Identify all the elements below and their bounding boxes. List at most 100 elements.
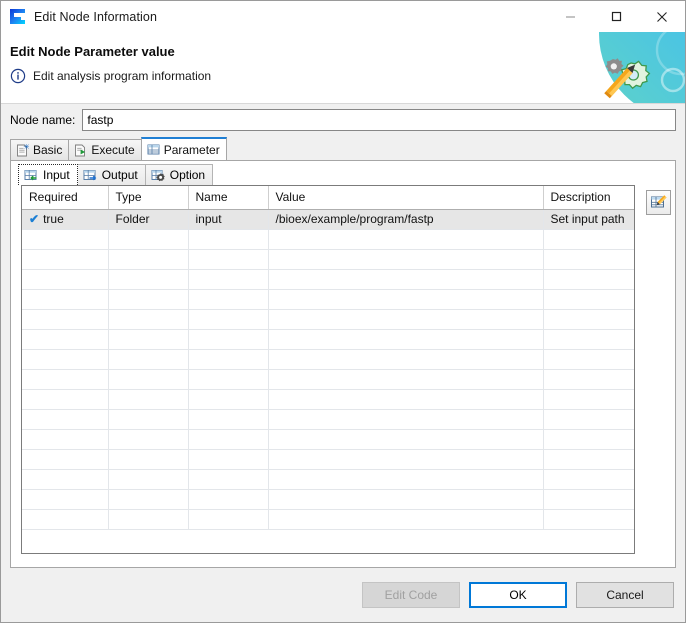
table-cell-empty[interactable] <box>108 309 189 330</box>
table-cell-empty[interactable] <box>108 489 189 510</box>
tab-output[interactable]: Output <box>76 164 146 185</box>
table-cell-empty[interactable] <box>543 309 634 330</box>
tab-input[interactable]: Input <box>18 164 78 185</box>
table-cell-empty[interactable] <box>188 469 269 490</box>
table-row-empty[interactable] <box>22 369 634 390</box>
table-cell-empty[interactable] <box>543 429 634 450</box>
table-row-empty[interactable] <box>22 349 634 370</box>
table-cell-empty[interactable] <box>22 449 109 470</box>
table-cell-empty[interactable] <box>188 349 269 370</box>
table-cell-empty[interactable] <box>108 389 189 410</box>
table-cell-empty[interactable] <box>22 289 109 310</box>
table-cell-empty[interactable] <box>188 289 269 310</box>
table-cell-empty[interactable] <box>268 469 544 490</box>
table-cell-empty[interactable] <box>22 409 109 430</box>
table-cell-empty[interactable] <box>22 369 109 390</box>
table-cell-empty[interactable] <box>22 469 109 490</box>
table-row-empty[interactable] <box>22 509 634 530</box>
table-row-empty[interactable] <box>22 449 634 470</box>
maximize-button[interactable] <box>593 1 639 32</box>
table-cell-empty[interactable] <box>268 449 544 470</box>
table-cell-value[interactable]: /bioex/example/program/fastp <box>268 209 544 230</box>
table-cell-empty[interactable] <box>22 509 109 530</box>
column-header-required[interactable]: Required <box>22 186 109 210</box>
table-cell-name[interactable]: input <box>188 209 269 230</box>
table-cell-empty[interactable] <box>108 229 189 250</box>
table-cell-description[interactable]: Set input path <box>543 209 634 230</box>
column-header-name[interactable]: Name <box>188 186 269 210</box>
edit-code-button[interactable]: Edit Code <box>362 582 460 608</box>
table-cell-empty[interactable] <box>188 249 269 270</box>
table-cell-empty[interactable] <box>268 269 544 290</box>
table-cell-empty[interactable] <box>188 409 269 430</box>
table-row-empty[interactable] <box>22 249 634 270</box>
table-cell-empty[interactable] <box>108 449 189 470</box>
table-cell-empty[interactable] <box>543 249 634 270</box>
table-cell-empty[interactable] <box>108 349 189 370</box>
table-cell-empty[interactable] <box>22 349 109 370</box>
table-cell-empty[interactable] <box>543 349 634 370</box>
table-cell-empty[interactable] <box>188 229 269 250</box>
tab-basic[interactable]: ✳ Basic <box>10 139 70 160</box>
table-cell-empty[interactable] <box>268 429 544 450</box>
table-cell-empty[interactable] <box>22 489 109 510</box>
table-cell-empty[interactable] <box>268 349 544 370</box>
table-cell-empty[interactable] <box>108 509 189 530</box>
table-row-empty[interactable] <box>22 289 634 310</box>
table-cell-empty[interactable] <box>268 369 544 390</box>
table-cell-empty[interactable] <box>268 229 544 250</box>
parameter-table-container[interactable]: Required Type Name Value Description ✔ tr… <box>21 185 635 554</box>
table-cell-empty[interactable] <box>188 429 269 450</box>
tab-parameter[interactable]: Parameter <box>140 137 227 160</box>
table-cell-empty[interactable] <box>268 409 544 430</box>
tab-option[interactable]: Option <box>144 164 214 185</box>
table-row-empty[interactable] <box>22 409 634 430</box>
table-cell-empty[interactable] <box>268 309 544 330</box>
table-cell-empty[interactable] <box>543 329 634 350</box>
table-cell-empty[interactable] <box>108 249 189 270</box>
table-row-empty[interactable] <box>22 229 634 250</box>
table-cell-empty[interactable] <box>268 329 544 350</box>
column-header-value[interactable]: Value <box>268 186 544 210</box>
table-row-empty[interactable] <box>22 329 634 350</box>
table-cell-empty[interactable] <box>543 369 634 390</box>
table-cell-empty[interactable] <box>188 389 269 410</box>
table-row[interactable]: ✔ true Folder input/bioex/example/program/f… <box>22 209 634 230</box>
table-cell-empty[interactable] <box>268 509 544 530</box>
table-cell-empty[interactable] <box>268 489 544 510</box>
table-cell-empty[interactable] <box>108 429 189 450</box>
table-cell-empty[interactable] <box>188 509 269 530</box>
table-cell-empty[interactable] <box>543 509 634 530</box>
table-cell-empty[interactable] <box>22 309 109 330</box>
table-cell-empty[interactable] <box>543 389 634 410</box>
table-cell-empty[interactable] <box>108 289 189 310</box>
table-cell-empty[interactable] <box>543 229 634 250</box>
table-cell-empty[interactable] <box>268 389 544 410</box>
table-cell-empty[interactable] <box>108 369 189 390</box>
table-cell-empty[interactable] <box>22 429 109 450</box>
table-cell-empty[interactable] <box>543 449 634 470</box>
table-cell-empty[interactable] <box>188 309 269 330</box>
table-cell-empty[interactable] <box>188 269 269 290</box>
column-header-description[interactable]: Description <box>543 186 634 210</box>
table-cell-type[interactable]: Folder <box>108 209 189 230</box>
close-button[interactable] <box>639 1 685 32</box>
tab-execute[interactable]: Execute <box>68 139 142 160</box>
table-cell-required[interactable]: ✔ true <box>22 209 109 230</box>
table-cell-empty[interactable] <box>188 489 269 510</box>
table-cell-empty[interactable] <box>108 329 189 350</box>
table-cell-empty[interactable] <box>188 329 269 350</box>
table-cell-empty[interactable] <box>22 329 109 350</box>
table-cell-empty[interactable] <box>22 269 109 290</box>
table-cell-empty[interactable] <box>22 389 109 410</box>
table-cell-empty[interactable] <box>268 249 544 270</box>
table-cell-empty[interactable] <box>22 249 109 270</box>
table-cell-empty[interactable] <box>543 469 634 490</box>
edit-table-button[interactable] <box>645 190 671 215</box>
column-header-type[interactable]: Type <box>108 186 189 210</box>
table-row-empty[interactable] <box>22 269 634 290</box>
table-cell-empty[interactable] <box>188 449 269 470</box>
table-row-empty[interactable] <box>22 489 634 510</box>
table-cell-empty[interactable] <box>543 289 634 310</box>
minimize-button[interactable] <box>547 1 593 32</box>
